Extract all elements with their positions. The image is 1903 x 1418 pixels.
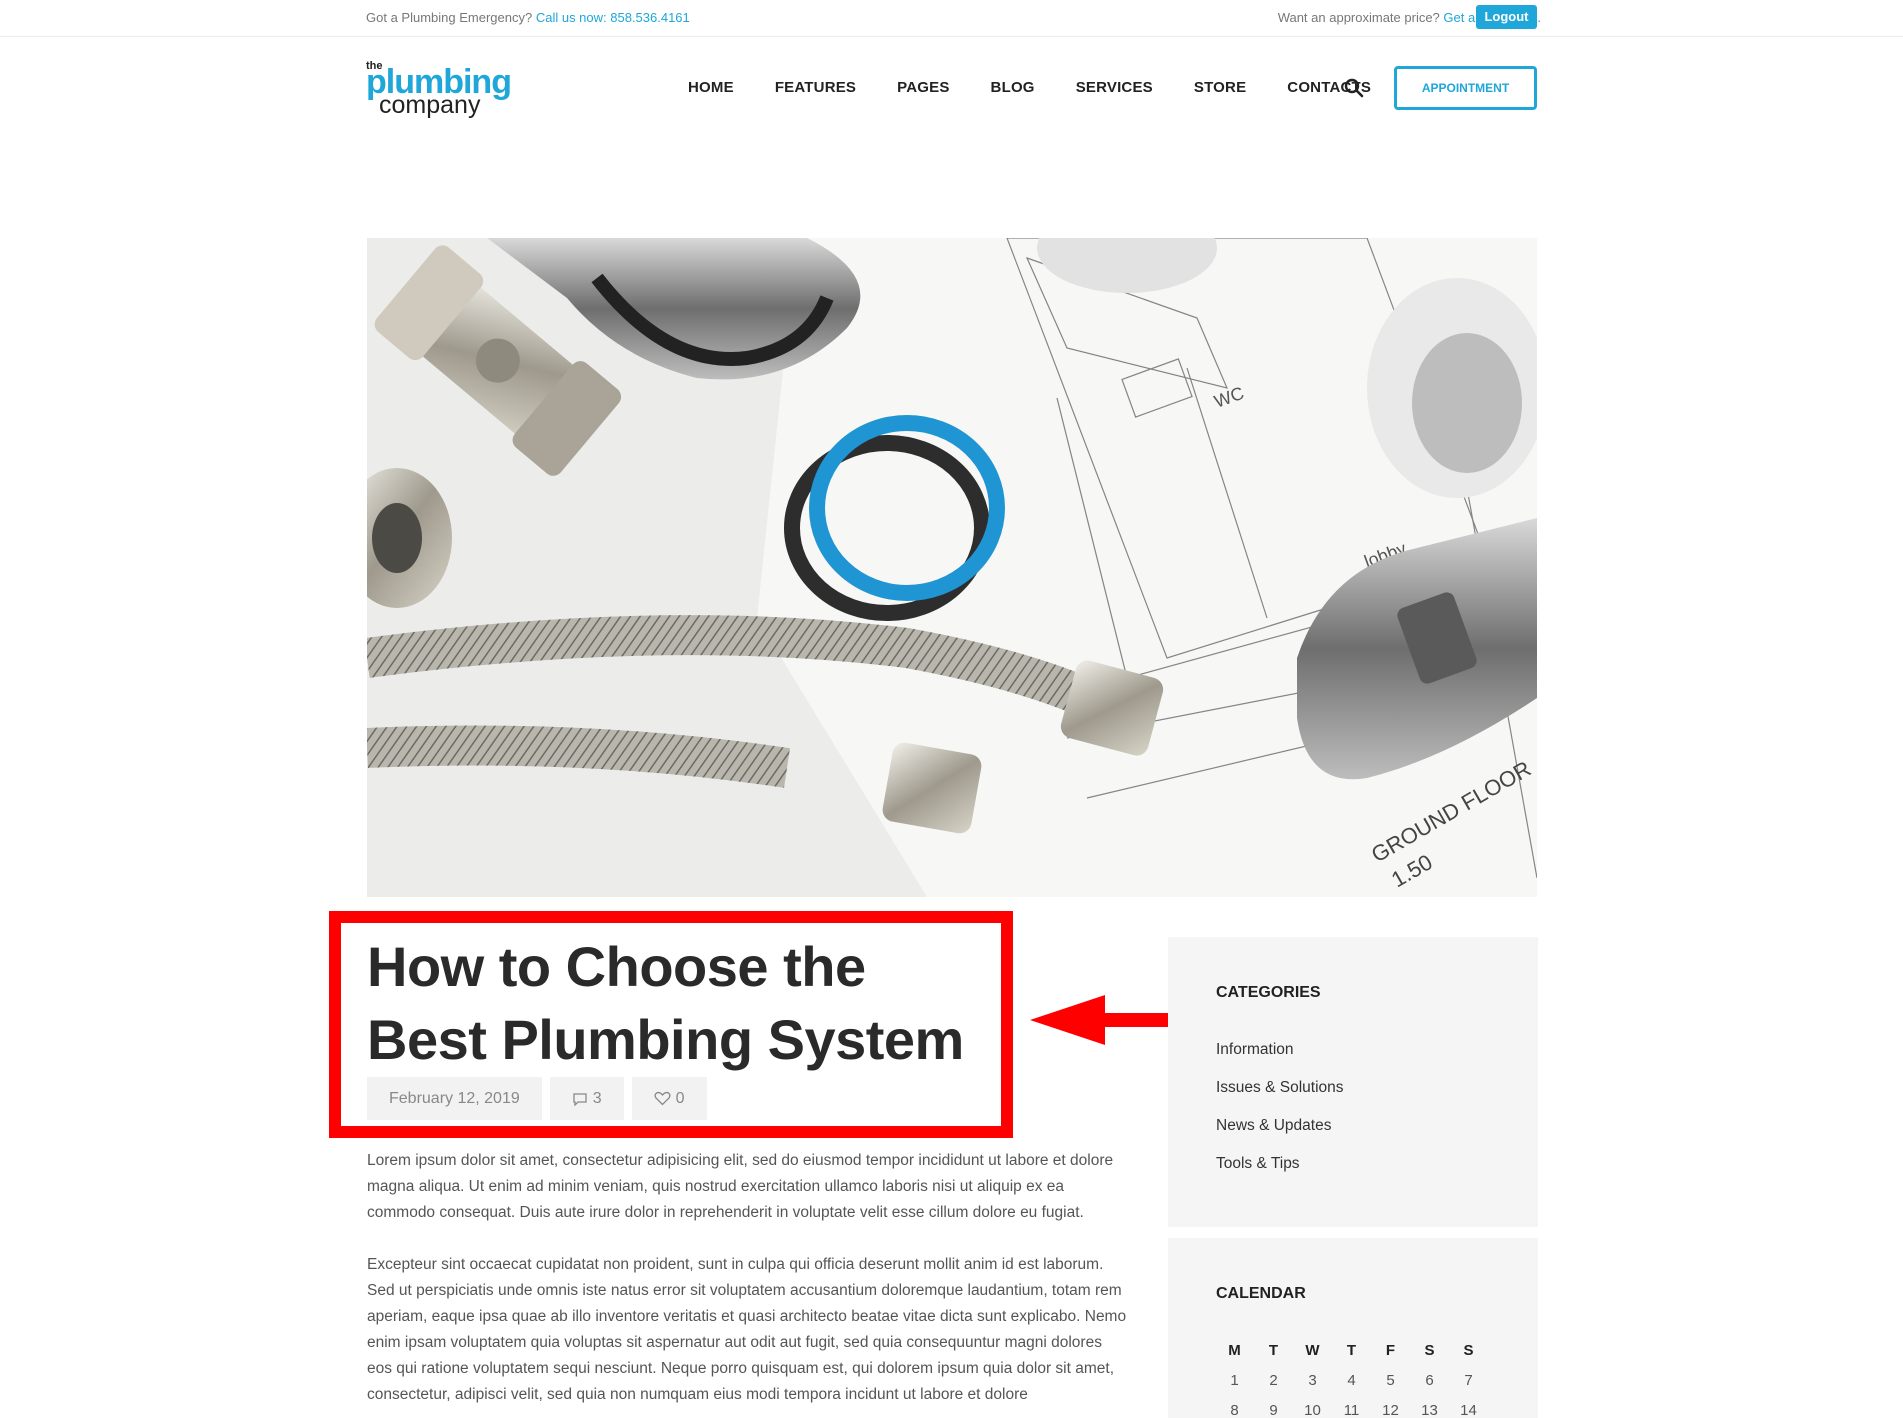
emergency-text: Got a Plumbing Emergency? <box>366 10 533 25</box>
title-highlight-box <box>329 911 1013 1138</box>
top-bar: Got a Plumbing Emergency? Call us now: 8… <box>0 0 1903 37</box>
calendar-date: 2 <box>1269 1371 1278 1389</box>
emergency-notice: Got a Plumbing Emergency? Call us now: 8… <box>366 10 690 25</box>
calendar-day-header: M <box>1228 1341 1241 1359</box>
calendar-day-header: S <box>1463 1341 1474 1359</box>
nav-blog[interactable]: BLOG <box>991 79 1035 96</box>
calendar-day-header: W <box>1305 1341 1320 1359</box>
categories-list: Information Issues & Solutions News & Up… <box>1216 1041 1344 1193</box>
category-tools-tips[interactable]: Tools & Tips <box>1216 1155 1344 1193</box>
nav-services[interactable]: SERVICES <box>1076 79 1153 96</box>
search-icon[interactable] <box>1343 77 1365 99</box>
price-text: Want an approximate price? <box>1277 10 1440 25</box>
nav-store[interactable]: STORE <box>1194 79 1246 96</box>
nav-features[interactable]: FEATURES <box>775 79 856 96</box>
post-paragraph-1: Lorem ipsum dolor sit amet, consectetur … <box>367 1152 1114 1221</box>
calendar-date: 4 <box>1347 1371 1356 1389</box>
calendar-date: 10 <box>1304 1401 1321 1418</box>
category-news-updates[interactable]: News & Updates <box>1216 1117 1344 1155</box>
calendar-date: 6 <box>1425 1371 1434 1389</box>
calendar-date: 1 <box>1230 1371 1239 1389</box>
plumbing-tools-illustration: lobby GROUND FLOOR 1.50 WC <box>367 238 1537 897</box>
calendar-table: M T W T F S S 1 2 3 4 5 6 7 8 9 10 11 12… <box>1215 1335 1488 1418</box>
calendar-date: 5 <box>1386 1371 1395 1389</box>
logout-button[interactable]: Logout <box>1476 5 1537 29</box>
calendar-date: 8 <box>1230 1401 1239 1418</box>
logo-company: company <box>379 91 481 119</box>
calendar-day-header: T <box>1346 1341 1357 1359</box>
calendar-day-header: F <box>1385 1341 1396 1359</box>
categories-title: CATEGORIES <box>1216 984 1321 1001</box>
calendar-date: 13 <box>1421 1401 1438 1418</box>
category-information[interactable]: Information <box>1216 1041 1344 1079</box>
calendar-title: CALENDAR <box>1216 1285 1306 1302</box>
calendar-day-header: S <box>1424 1341 1435 1359</box>
main-nav: HOME FEATURES PAGES BLOG SERVICES STORE … <box>688 79 1412 96</box>
appointment-button[interactable]: APPOINTMENT <box>1394 66 1537 110</box>
calendar-date: 12 <box>1382 1401 1399 1418</box>
site-logo[interactable]: the plumbing company <box>366 60 512 120</box>
call-now-link[interactable]: Call us now: 858.536.4161 <box>536 10 690 25</box>
calendar-date: 14 <box>1460 1401 1477 1418</box>
nav-home[interactable]: HOME <box>688 79 734 96</box>
calendar-date: 3 <box>1308 1371 1317 1389</box>
calendar-date: 9 <box>1269 1401 1278 1418</box>
calendar-header-row: M T W T F S S <box>1215 1335 1488 1365</box>
calendar-day-header: T <box>1268 1341 1279 1359</box>
calendar-date: 11 <box>1343 1401 1360 1418</box>
calendar-date: 7 <box>1464 1371 1473 1389</box>
hero-image: lobby GROUND FLOOR 1.50 WC <box>367 238 1537 897</box>
categories-widget: CATEGORIES Information Issues & Solution… <box>1168 937 1538 1227</box>
category-issues-solutions[interactable]: Issues & Solutions <box>1216 1079 1344 1117</box>
nav-pages[interactable]: PAGES <box>897 79 949 96</box>
calendar-week-row: 1 2 3 4 5 6 7 <box>1215 1365 1488 1395</box>
post-paragraph-2: Excepteur sint occaecat cupidatat non pr… <box>367 1256 1127 1403</box>
calendar-week-row: 8 9 10 11 12 13 14 <box>1215 1395 1488 1418</box>
calendar-widget: CALENDAR M T W T F S S 1 2 3 4 5 6 7 8 9… <box>1168 1238 1538 1418</box>
